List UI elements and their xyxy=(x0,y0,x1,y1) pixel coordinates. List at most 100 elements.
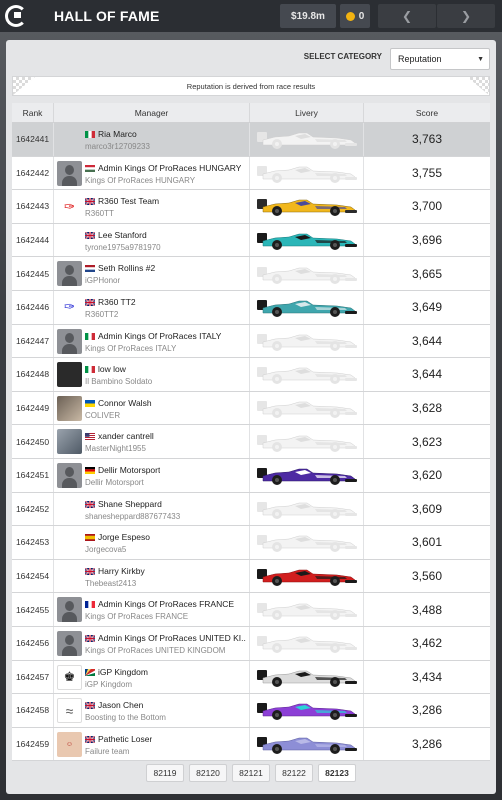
token-balance[interactable]: 0 xyxy=(340,4,370,28)
table-row[interactable]: 1642454 Harry Kirkby Thebeast2413 3,560 xyxy=(12,559,490,594)
forward-button[interactable]: ❯ xyxy=(437,4,495,28)
manager-name-link[interactable]: Lee Stanford xyxy=(98,230,147,240)
score-cell: 3,700 xyxy=(411,199,443,214)
table-row[interactable]: 1642458 ≈ Jason Chen Boosting to the Bottom… xyxy=(12,694,490,728)
manager-name-link[interactable]: Admin Kings Of ProRaces HUNGARY xyxy=(98,163,241,173)
table-row[interactable]: 1642448 low low Il Bambino Soldato 3,644 xyxy=(12,358,490,392)
default-avatar-icon[interactable] xyxy=(57,160,82,186)
country-flag-icon xyxy=(85,265,95,273)
manager-name-link[interactable]: low low xyxy=(98,364,126,374)
page-button[interactable]: 82120 xyxy=(189,764,227,782)
table-row[interactable]: 1642456 Admin Kings Of ProRaces UNITED KI… xyxy=(12,626,490,661)
manager-cell: Dellir Motorsport Dellir Motorsport xyxy=(54,458,250,492)
score-cell: 3,462 xyxy=(411,636,443,651)
team-logo-icon[interactable]: ✑ xyxy=(57,194,82,219)
team-logo-icon[interactable]: ✑ xyxy=(57,295,82,320)
table-row[interactable]: 1642455 Admin Kings Of ProRaces FRANCE Kin… xyxy=(12,593,490,627)
column-header-manager[interactable]: Manager xyxy=(54,103,250,122)
manager-name-link[interactable]: Ria Marco xyxy=(98,129,137,139)
manager-cell: Admin Kings Of ProRaces FRANCE Kings Of P… xyxy=(54,593,250,626)
livery-cell xyxy=(250,626,364,660)
livery-car-image xyxy=(256,669,357,687)
manager-name-link[interactable]: Jason Chen xyxy=(98,700,143,710)
score-cell: 3,665 xyxy=(411,266,443,281)
team-name: R360TT2 xyxy=(85,309,119,319)
chevron-right-icon: ❯ xyxy=(460,9,472,23)
default-avatar-icon[interactable] xyxy=(57,630,82,656)
team-name: Kings Of ProRaces FRANCE xyxy=(85,612,189,622)
table-row[interactable]: 1642459 ☺ Pathetic Loser Failure team 3,286 xyxy=(12,727,490,762)
manager-name-link[interactable]: Connor Walsh xyxy=(98,398,152,408)
token-coin-icon xyxy=(345,11,355,21)
tornado-icon[interactable]: ≈ xyxy=(57,698,82,724)
page-title: HALL OF FAME xyxy=(54,8,160,24)
manager-name-link[interactable]: Admin Kings Of ProRaces UNITED KI... xyxy=(98,633,246,643)
back-button[interactable]: ❮ xyxy=(378,4,436,28)
manager-name-link[interactable]: iGP Kingdom xyxy=(98,667,148,677)
manager-cell: Admin Kings Of ProRaces UNITED KI... King… xyxy=(54,626,250,660)
default-avatar-icon[interactable] xyxy=(57,261,82,287)
manager-name-link[interactable]: Admin Kings Of ProRaces FRANCE xyxy=(98,599,234,609)
table-row[interactable]: 1642449 Connor Walsh COLIVER 3,628 xyxy=(12,391,490,426)
page-button[interactable]: 82122 xyxy=(275,764,313,782)
table-row[interactable]: 1642453 Jorge Espeso Jorgecova5 3,601 xyxy=(12,526,490,560)
livery-car-image xyxy=(256,233,357,251)
manager-name-link[interactable]: Seth Rollins #2 xyxy=(98,263,155,273)
manager-name-link[interactable]: Dellir Motorsport xyxy=(98,465,160,475)
category-select[interactable]: Reputation ▼ xyxy=(390,48,490,70)
manager-name-link[interactable]: Admin Kings Of ProRaces ITALY xyxy=(98,331,221,341)
page-button[interactable]: 82119 xyxy=(146,764,184,782)
livery-cell xyxy=(250,526,364,559)
table-row[interactable]: 1642446 ✑ R360 TT2 R360TT2 3,649 xyxy=(12,290,490,325)
avatar[interactable] xyxy=(57,395,82,421)
manager-name-link[interactable]: Pathetic Loser xyxy=(98,734,152,744)
crown-icon[interactable]: ♚ xyxy=(57,664,82,690)
column-header-score[interactable]: Score xyxy=(364,103,490,122)
rank-cell: 1642444 xyxy=(12,223,54,257)
table-row[interactable]: 1642444 Lee Stanford tyrone1975a9781970 3,6… xyxy=(12,223,490,258)
table-row[interactable]: 1642452 Shane Sheppard shanesheppard887677… xyxy=(12,492,490,527)
score-cell: 3,601 xyxy=(411,535,443,550)
manager-name-link[interactable]: xander cantrell xyxy=(98,431,154,441)
country-flag-icon xyxy=(85,500,95,508)
page-button[interactable]: 82121 xyxy=(232,764,270,782)
score-cell: 3,755 xyxy=(411,165,443,180)
table-row[interactable]: 1642442 Admin Kings Of ProRaces HUNGARY Ki… xyxy=(12,156,490,191)
page-button[interactable]: 82123 xyxy=(318,764,356,782)
avatar[interactable] xyxy=(57,362,82,388)
table-row[interactable]: 1642457 ♚ iGP Kingdom iGP Kingdom 3,434 xyxy=(12,660,490,695)
category-filter: SELECT CATEGORY Reputation ▼ xyxy=(6,46,496,70)
livery-car-image xyxy=(256,132,357,150)
team-name: shanesheppard887677433 xyxy=(85,511,181,521)
default-avatar-icon[interactable] xyxy=(57,462,82,488)
default-avatar-icon[interactable] xyxy=(57,597,82,623)
country-flag-icon xyxy=(85,702,95,710)
manager-name-link[interactable]: Shane Sheppard xyxy=(98,499,162,509)
table-row[interactable]: 1642443 ✑ R360 Test Team R360TT 3,700 xyxy=(12,190,490,224)
cash-balance[interactable]: $19.8m xyxy=(280,4,336,28)
manager-name-link[interactable]: R360 Test Team xyxy=(98,196,159,206)
rank-cell: 1642451 xyxy=(12,458,54,492)
manager-name-link[interactable]: Harry Kirkby xyxy=(98,566,145,576)
table-row[interactable]: 1642450 xander cantrell MasterNight1955 3,6… xyxy=(12,425,490,459)
leaderboard-table: Rank Manager Livery Score 1642441 Ria Mar… xyxy=(12,103,490,762)
team-name: Kings Of ProRaces UNITED KINGDOM xyxy=(85,645,226,655)
table-row[interactable]: 1642451 Dellir Motorsport Dellir Motorspor… xyxy=(12,458,490,493)
table-row[interactable]: 1642441 Ria Marco marco3r12709233 3,763 xyxy=(12,123,490,157)
manager-name-link[interactable]: R360 TT2 xyxy=(98,297,136,307)
manager-cell: ✑ R360 Test Team R360TT xyxy=(54,190,250,223)
livery-car-image xyxy=(256,266,357,284)
country-flag-icon xyxy=(85,332,95,340)
avatar[interactable] xyxy=(57,429,82,455)
table-row[interactable]: 1642447 Admin Kings Of ProRaces ITALY King… xyxy=(12,324,490,359)
igp-logo-icon[interactable] xyxy=(0,0,32,32)
avatar[interactable]: ☺ xyxy=(57,731,82,757)
default-avatar-icon[interactable] xyxy=(57,328,82,354)
score-cell: 3,763 xyxy=(411,132,443,147)
caret-down-icon: ▼ xyxy=(477,56,484,63)
column-header-rank[interactable]: Rank xyxy=(12,103,54,122)
rank-cell: 1642443 xyxy=(12,190,54,223)
manager-name-link[interactable]: Jorge Espeso xyxy=(98,532,150,542)
table-row[interactable]: 1642445 Seth Rollins #2 iGPHonor 3,665 xyxy=(12,257,490,291)
score-cell: 3,620 xyxy=(411,468,443,483)
